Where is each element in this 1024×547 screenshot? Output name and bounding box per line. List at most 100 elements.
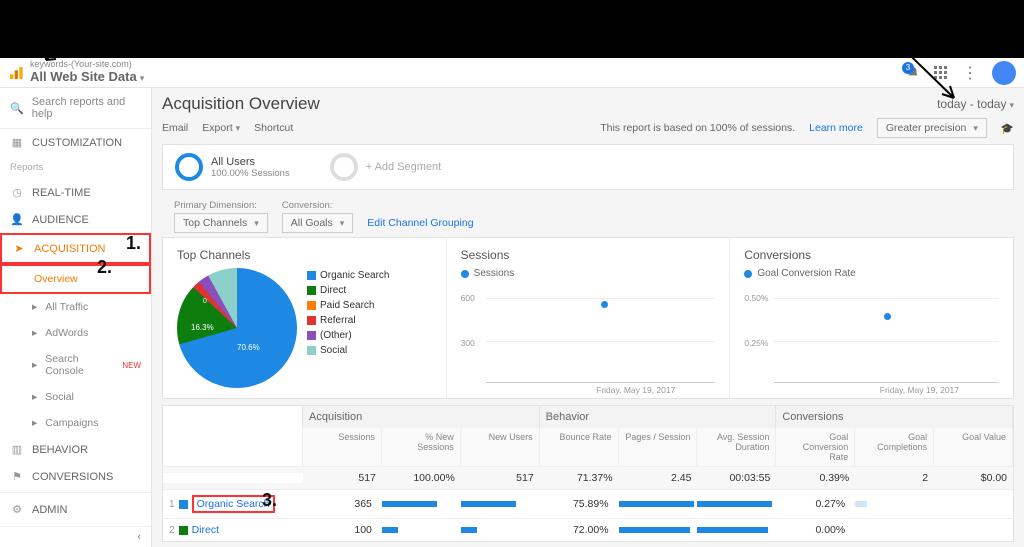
- col-header[interactable]: Goal Conversion Rate: [776, 428, 855, 466]
- segment-all-users[interactable]: All Users100.00% Sessions: [175, 153, 290, 181]
- total-cell: 0.39%: [776, 467, 855, 489]
- pie-label-2: 16.3%: [191, 323, 214, 332]
- conversion-label: Conversion:: [282, 200, 354, 211]
- col-header[interactable]: Sessions: [303, 428, 382, 466]
- cell: 0.00%: [815, 524, 849, 536]
- chart-title: Sessions: [461, 248, 716, 262]
- col-header[interactable]: Pages / Session: [619, 428, 698, 466]
- col-group: Acquisition: [303, 406, 540, 428]
- nav-social-label: Social: [45, 391, 74, 403]
- nav-conversions-label: CONVERSIONS: [32, 471, 113, 483]
- cell: 365: [354, 498, 376, 510]
- chevron-down-icon: ▾: [1009, 100, 1014, 110]
- col-header[interactable]: % New Sessions: [382, 428, 461, 466]
- primary-dim-dropdown[interactable]: Top Channels▾: [174, 213, 268, 233]
- nav-adwords[interactable]: ▸ AdWords: [0, 320, 151, 346]
- legend-item: Referral: [320, 313, 356, 328]
- annotation-black-bar: [0, 0, 1024, 58]
- chart-legend: Goal Conversion Rate: [757, 268, 855, 279]
- total-cell: 2.45: [619, 467, 698, 489]
- nav-social[interactable]: ▸ Social: [0, 384, 151, 410]
- precision-dropdown[interactable]: Greater precision▾: [877, 118, 987, 138]
- behavior-icon: ▥: [10, 443, 24, 456]
- table-row[interactable]: 1 Organic Search 365 75.89% 0.27%: [163, 489, 1013, 518]
- total-cell: 517: [303, 467, 382, 489]
- col-header[interactable]: Goal Value: [934, 428, 1013, 466]
- gear-icon: ⚙: [10, 503, 24, 516]
- annotation-arrow-1: [40, 30, 80, 70]
- channel-name[interactable]: Direct: [192, 524, 219, 536]
- conversion-dropdown[interactable]: All Goals▾: [282, 213, 354, 233]
- sessions-chart: Sessions Sessions 600 300 Friday, May 19…: [447, 238, 731, 398]
- add-segment[interactable]: + Add Segment: [330, 153, 442, 181]
- cell: 0.27%: [815, 498, 849, 510]
- shortcut-action[interactable]: Shortcut: [254, 122, 293, 134]
- segment-sub: 100.00% Sessions: [211, 168, 290, 179]
- nav-overview-label: Overview: [34, 273, 78, 285]
- main-content: Acquisition Overview today - today▾ Emai…: [152, 88, 1024, 547]
- segments-panel: All Users100.00% Sessions + Add Segment: [162, 144, 1014, 190]
- channel-name[interactable]: Organic Search: [197, 498, 270, 510]
- chevron-down-icon: ▾: [340, 218, 345, 229]
- nav-acquisition-label: ACQUISITION: [34, 243, 106, 255]
- annotation-2: 2.: [97, 257, 112, 278]
- clock-icon: ◷: [10, 186, 24, 199]
- nav-customization-label: CUSTOMIZATION: [32, 137, 122, 149]
- col-header[interactable]: Avg. Session Duration: [697, 428, 776, 466]
- nav-campaigns[interactable]: ▸ Campaigns: [0, 410, 151, 436]
- total-cell: 00:03:55: [697, 467, 776, 489]
- email-action[interactable]: Email: [162, 122, 188, 134]
- new-badge: NEW: [122, 361, 141, 370]
- acquisition-icon: ➤: [12, 242, 26, 255]
- export-label: Export: [202, 122, 232, 134]
- nav-search-console[interactable]: ▸ Search ConsoleNEW: [0, 346, 151, 384]
- table-totals-row: 517 100.00% 517 71.37% 2.45 00:03:55 0.3…: [163, 466, 1013, 489]
- nav-admin[interactable]: ⚙ADMIN: [0, 492, 151, 526]
- legend-item: Organic Search: [320, 268, 389, 283]
- annotation-1: 1.: [126, 233, 141, 254]
- nav-customization[interactable]: ▦CUSTOMIZATION: [0, 129, 151, 156]
- edit-channel-grouping[interactable]: Edit Channel Grouping: [367, 217, 473, 229]
- ga-logo-icon: [8, 65, 24, 81]
- section-reports: Reports: [0, 156, 151, 179]
- grad-cap-icon[interactable]: 🎓: [1001, 122, 1014, 135]
- col-header[interactable]: Goal Completions: [855, 428, 934, 466]
- search-icon: 🔍: [10, 102, 24, 115]
- pie-label-main: 70.6%: [237, 343, 260, 352]
- y-tick: 0.25%: [744, 338, 768, 348]
- annotation-3: 3.: [262, 490, 277, 511]
- data-table: Acquisition Behavior Conversions Session…: [162, 405, 1014, 542]
- search-input[interactable]: 🔍 Search reports and help: [0, 88, 151, 129]
- flag-icon: ⚑: [10, 470, 24, 483]
- person-icon: 👤: [10, 213, 24, 226]
- learn-more-link[interactable]: Learn more: [809, 122, 863, 134]
- primary-dim-value: Top Channels: [183, 217, 247, 229]
- chevron-down-icon: ▾: [973, 123, 978, 134]
- y-tick: 600: [461, 293, 475, 303]
- legend-item: Social: [320, 343, 347, 358]
- sidebar-collapse[interactable]: ‹: [0, 526, 151, 547]
- total-cell: 71.37%: [540, 467, 619, 489]
- table-row[interactable]: 2 Direct 100 72.00% 0.00%: [163, 518, 1013, 541]
- nav-audience-label: AUDIENCE: [32, 214, 89, 226]
- col-header[interactable]: New Users: [461, 428, 540, 466]
- more-icon[interactable]: ⋮: [962, 63, 978, 83]
- top-channels-chart: Top Channels 70.6% 16.3% 0 Organic Searc…: [163, 238, 447, 398]
- col-header[interactable]: Bounce Rate: [540, 428, 619, 466]
- nav-behavior[interactable]: ▥BEHAVIOR: [0, 436, 151, 463]
- sidebar: 🔍 Search reports and help ▦CUSTOMIZATION…: [0, 88, 152, 547]
- primary-dim-label: Primary Dimension:: [174, 200, 268, 211]
- total-cell: 517: [461, 467, 540, 489]
- export-action[interactable]: Export▾: [202, 122, 240, 134]
- chart-title: Top Channels: [177, 248, 432, 262]
- nav-conversions[interactable]: ⚑ CONVERSIONS: [0, 463, 151, 490]
- nav-realtime[interactable]: ◷ REAL-TIME: [0, 179, 151, 206]
- total-cell: 100.00%: [382, 467, 461, 489]
- user-avatar[interactable]: [992, 61, 1016, 85]
- nav-overview[interactable]: Overview: [0, 264, 151, 294]
- segment-name: All Users: [211, 156, 290, 168]
- legend-item: Direct: [320, 283, 346, 298]
- nav-audience[interactable]: 👤 AUDIENCE: [0, 206, 151, 233]
- nav-realtime-label: REAL-TIME: [32, 187, 91, 199]
- nav-all-traffic[interactable]: ▸ All Traffic: [0, 294, 151, 320]
